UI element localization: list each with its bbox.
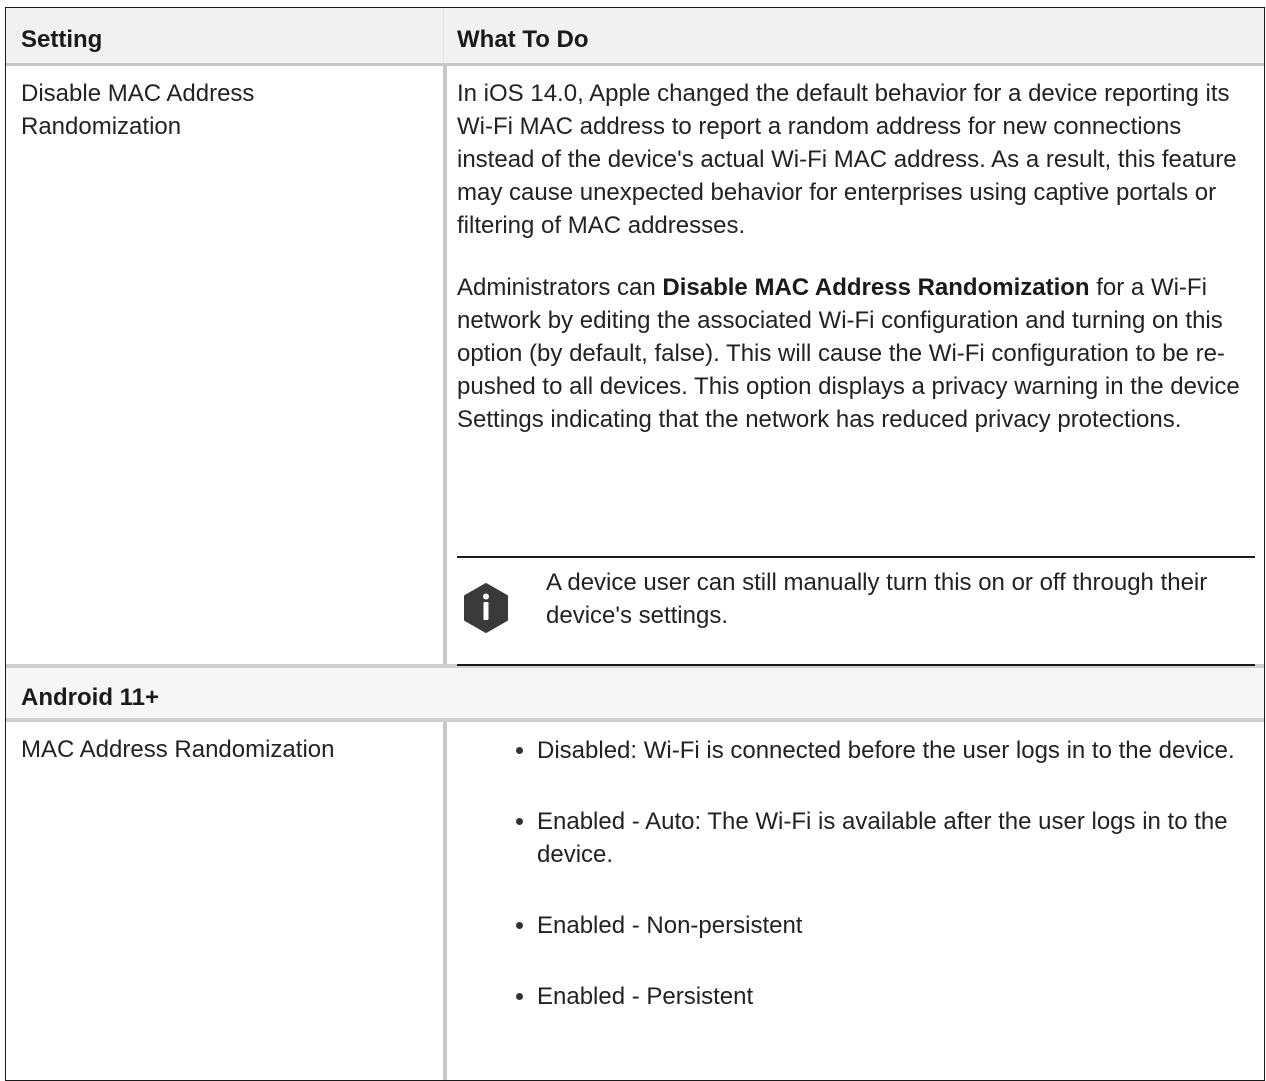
info-note: A device user can still manually turn th… (457, 556, 1255, 666)
description-paragraph: In iOS 14.0, Apple changed the default b… (457, 80, 1237, 239)
list-item-text: Disabled: Wi-Fi is connected before the … (537, 737, 1235, 764)
list-item-text: Enabled - Auto: The Wi-Fi is available a… (537, 808, 1228, 868)
bullet-icon (516, 818, 523, 825)
setting-description: In iOS 14.0, Apple changed the default b… (457, 77, 1257, 436)
column-divider (443, 8, 444, 63)
list-item: Disabled: Wi-Fi is connected before the … (474, 734, 1264, 767)
section-title: Android 11+ (21, 684, 160, 711)
setting-name: Disable MAC Address Randomization (21, 80, 255, 140)
list-item: Enabled - Non-persistent (474, 909, 1264, 942)
list-item: Enabled - Auto: The Wi-Fi is available a… (474, 805, 1264, 871)
header-what-to-do: What To Do (457, 26, 589, 53)
text-fragment: Administrators can (457, 274, 663, 301)
list-item-text: Enabled - Non-persistent (537, 912, 803, 939)
info-icon (464, 583, 508, 633)
setting-name: MAC Address Randomization (21, 736, 335, 763)
description-paragraph: Administrators can Disable MAC Address R… (457, 271, 1257, 436)
column-divider (443, 66, 447, 664)
list-item-text: Enabled - Persistent (537, 983, 754, 1010)
bullet-icon (516, 922, 523, 929)
options-list: Disabled: Wi-Fi is connected before the … (474, 734, 1264, 1051)
section-row-android: Android 11+ (6, 668, 1264, 722)
table-row: Disable MAC Address Randomization In iOS… (6, 66, 1264, 668)
table-header-row: Setting What To Do (6, 8, 1264, 66)
header-setting: Setting (21, 26, 103, 53)
settings-table: Setting What To Do Disable MAC Address R… (5, 7, 1265, 1081)
table-row: MAC Address Randomization Disabled: Wi-F… (6, 722, 1264, 1080)
bullet-icon (516, 993, 523, 1000)
bullet-icon (516, 747, 523, 754)
column-divider (443, 722, 447, 1080)
note-text: A device user can still manually turn th… (546, 569, 1208, 629)
list-item: Enabled - Persistent (474, 980, 1264, 1013)
setting-name-bold: Disable MAC Address Randomization (662, 274, 1090, 301)
